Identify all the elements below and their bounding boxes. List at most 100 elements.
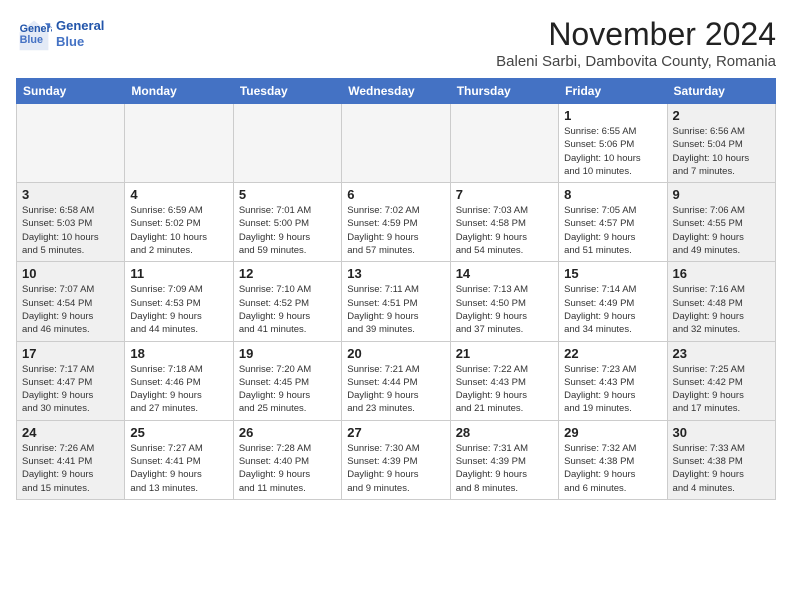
day-number: 30 [673, 425, 770, 440]
day-detail: Sunrise: 6:55 AM Sunset: 5:06 PM Dayligh… [564, 125, 661, 178]
day-detail: Sunrise: 7:28 AM Sunset: 4:40 PM Dayligh… [239, 442, 336, 495]
day-number: 18 [130, 346, 227, 361]
day-detail: Sunrise: 7:20 AM Sunset: 4:45 PM Dayligh… [239, 363, 336, 416]
calendar-cell [125, 104, 233, 183]
calendar-cell: 17Sunrise: 7:17 AM Sunset: 4:47 PM Dayli… [17, 341, 125, 420]
calendar-cell [233, 104, 341, 183]
day-detail: Sunrise: 7:13 AM Sunset: 4:50 PM Dayligh… [456, 283, 553, 336]
day-detail: Sunrise: 7:23 AM Sunset: 4:43 PM Dayligh… [564, 363, 661, 416]
svg-text:Blue: Blue [20, 34, 43, 46]
calendar-week-row: 24 Sunrise: 7:26 AM Sunset: 4:41 PM Dayli… [17, 420, 776, 499]
calendar-cell: 5 Sunrise: 7:01 AM Sunset: 5:00 PM Daylig… [233, 183, 341, 262]
calendar-cell: 28 Sunrise: 7:31 AM Sunset: 4:39 PM Dayli… [450, 420, 558, 499]
day-detail: Sunrise: 6:59 AM Sunset: 5:02 PM Dayligh… [130, 204, 227, 257]
day-detail: Sunrise: 7:01 AM Sunset: 5:00 PM Dayligh… [239, 204, 336, 257]
day-detail: Sunrise: 7:06 AM Sunset: 4:55 PM Dayligh… [673, 204, 770, 257]
weekday-header-sunday: Sunday [17, 79, 125, 104]
day-number: 5 [239, 187, 336, 202]
month-title: November 2024 [496, 16, 776, 53]
day-detail: Sunrise: 7:26 AM Sunset: 4:41 PM Dayligh… [22, 442, 119, 495]
day-detail: Sunrise: 7:10 AM Sunset: 4:52 PM Dayligh… [239, 283, 336, 336]
calendar-cell: 4 Sunrise: 6:59 AM Sunset: 5:02 PM Daylig… [125, 183, 233, 262]
weekday-header-thursday: Thursday [450, 79, 558, 104]
day-number: 8 [564, 187, 661, 202]
day-detail: Sunrise: 7:33 AM Sunset: 4:38 PM Dayligh… [673, 442, 770, 495]
day-number: 13 [347, 266, 444, 281]
calendar-cell: 29 Sunrise: 7:32 AM Sunset: 4:38 PM Dayli… [559, 420, 667, 499]
day-detail: Sunrise: 7:07 AM Sunset: 4:54 PM Dayligh… [22, 283, 119, 336]
header: General Blue General Blue November 2024 … [16, 16, 776, 70]
day-number: 21 [456, 346, 553, 361]
day-number: 29 [564, 425, 661, 440]
day-number: 19 [239, 346, 336, 361]
calendar-week-row: 17Sunrise: 7:17 AM Sunset: 4:47 PM Dayli… [17, 341, 776, 420]
day-detail: Sunrise: 7:14 AM Sunset: 4:49 PM Dayligh… [564, 283, 661, 336]
title-area: November 2024 Baleni Sarbi, Dambovita Co… [496, 16, 776, 70]
day-number: 17 [22, 346, 119, 361]
calendar-cell: 23 Sunrise: 7:25 AM Sunset: 4:42 PM Dayli… [667, 341, 775, 420]
day-detail: Sunrise: 7:21 AM Sunset: 4:44 PM Dayligh… [347, 363, 444, 416]
day-detail: Sunrise: 7:11 AM Sunset: 4:51 PM Dayligh… [347, 283, 444, 336]
calendar-cell: 25Sunrise: 7:27 AM Sunset: 4:41 PM Dayli… [125, 420, 233, 499]
logo: General Blue General Blue [16, 16, 104, 52]
calendar-cell: 7Sunrise: 7:03 AM Sunset: 4:58 PM Daylig… [450, 183, 558, 262]
day-detail: Sunrise: 7:09 AM Sunset: 4:53 PM Dayligh… [130, 283, 227, 336]
day-number: 27 [347, 425, 444, 440]
day-detail: Sunrise: 7:18 AM Sunset: 4:46 PM Dayligh… [130, 363, 227, 416]
calendar-week-row: 3 Sunrise: 6:58 AM Sunset: 5:03 PM Daylig… [17, 183, 776, 262]
day-number: 4 [130, 187, 227, 202]
calendar-cell: 14 Sunrise: 7:13 AM Sunset: 4:50 PM Dayli… [450, 262, 558, 341]
day-number: 23 [673, 346, 770, 361]
day-detail: Sunrise: 7:32 AM Sunset: 4:38 PM Dayligh… [564, 442, 661, 495]
day-number: 24 [22, 425, 119, 440]
calendar-cell: 27 Sunrise: 7:30 AM Sunset: 4:39 PM Dayli… [342, 420, 450, 499]
day-detail: Sunrise: 7:16 AM Sunset: 4:48 PM Dayligh… [673, 283, 770, 336]
weekday-header-monday: Monday [125, 79, 233, 104]
calendar-cell: 8 Sunrise: 7:05 AM Sunset: 4:57 PM Daylig… [559, 183, 667, 262]
day-number: 14 [456, 266, 553, 281]
calendar-table: SundayMondayTuesdayWednesdayThursdayFrid… [16, 78, 776, 500]
day-detail: Sunrise: 7:31 AM Sunset: 4:39 PM Dayligh… [456, 442, 553, 495]
day-detail: Sunrise: 6:58 AM Sunset: 5:03 PM Dayligh… [22, 204, 119, 257]
day-number: 25 [130, 425, 227, 440]
logo-icon: General Blue [16, 16, 52, 52]
calendar-cell: 9 Sunrise: 7:06 AM Sunset: 4:55 PM Daylig… [667, 183, 775, 262]
calendar-cell: 26Sunrise: 7:28 AM Sunset: 4:40 PM Dayli… [233, 420, 341, 499]
day-detail: Sunrise: 6:56 AM Sunset: 5:04 PM Dayligh… [673, 125, 770, 178]
calendar-week-row: 10Sunrise: 7:07 AM Sunset: 4:54 PM Dayli… [17, 262, 776, 341]
day-detail: Sunrise: 7:05 AM Sunset: 4:57 PM Dayligh… [564, 204, 661, 257]
calendar-cell: 10Sunrise: 7:07 AM Sunset: 4:54 PM Dayli… [17, 262, 125, 341]
logo-general: General [56, 18, 104, 34]
calendar-cell: 12Sunrise: 7:10 AM Sunset: 4:52 PM Dayli… [233, 262, 341, 341]
calendar-header-row: SundayMondayTuesdayWednesdayThursdayFrid… [17, 79, 776, 104]
day-number: 22 [564, 346, 661, 361]
calendar-week-row: 1 Sunrise: 6:55 AM Sunset: 5:06 PM Daylig… [17, 104, 776, 183]
calendar-cell: 18 Sunrise: 7:18 AM Sunset: 4:46 PM Dayli… [125, 341, 233, 420]
weekday-header-friday: Friday [559, 79, 667, 104]
calendar-cell: 13 Sunrise: 7:11 AM Sunset: 4:51 PM Dayli… [342, 262, 450, 341]
day-number: 3 [22, 187, 119, 202]
day-number: 7 [456, 187, 553, 202]
calendar-cell: 20 Sunrise: 7:21 AM Sunset: 4:44 PM Dayli… [342, 341, 450, 420]
day-number: 1 [564, 108, 661, 123]
calendar-cell: 1 Sunrise: 6:55 AM Sunset: 5:06 PM Daylig… [559, 104, 667, 183]
calendar-cell: 15 Sunrise: 7:14 AM Sunset: 4:49 PM Dayli… [559, 262, 667, 341]
calendar-cell: 22 Sunrise: 7:23 AM Sunset: 4:43 PM Dayli… [559, 341, 667, 420]
day-number: 15 [564, 266, 661, 281]
day-number: 16 [673, 266, 770, 281]
day-number: 9 [673, 187, 770, 202]
calendar-cell [342, 104, 450, 183]
day-number: 20 [347, 346, 444, 361]
day-number: 11 [130, 266, 227, 281]
calendar-cell: 24 Sunrise: 7:26 AM Sunset: 4:41 PM Dayli… [17, 420, 125, 499]
calendar-cell: 21Sunrise: 7:22 AM Sunset: 4:43 PM Dayli… [450, 341, 558, 420]
calendar-cell: 30 Sunrise: 7:33 AM Sunset: 4:38 PM Dayli… [667, 420, 775, 499]
day-detail: Sunrise: 7:25 AM Sunset: 4:42 PM Dayligh… [673, 363, 770, 416]
calendar-cell [450, 104, 558, 183]
day-number: 28 [456, 425, 553, 440]
day-detail: Sunrise: 7:30 AM Sunset: 4:39 PM Dayligh… [347, 442, 444, 495]
logo-blue: Blue [56, 34, 104, 50]
day-number: 6 [347, 187, 444, 202]
calendar-cell: 2Sunrise: 6:56 AM Sunset: 5:04 PM Daylig… [667, 104, 775, 183]
day-detail: Sunrise: 7:02 AM Sunset: 4:59 PM Dayligh… [347, 204, 444, 257]
